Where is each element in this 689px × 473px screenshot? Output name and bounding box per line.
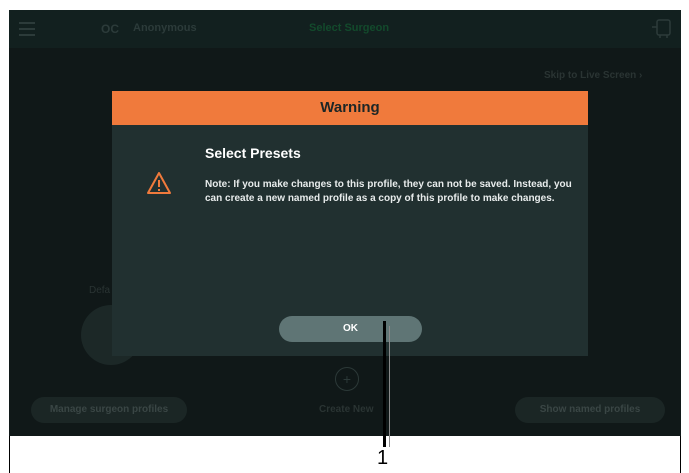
- callout-number: 1: [377, 447, 389, 469]
- warning-dialog: Warning Select Presets Note: If you make…: [112, 91, 588, 356]
- ok-button[interactable]: OK: [279, 316, 422, 342]
- top-bar: OC Anonymous Select Surgeon: [9, 10, 681, 48]
- oc-logo: OC: [101, 22, 119, 36]
- device-connection-icon[interactable]: [649, 17, 673, 39]
- manage-surgeon-profiles-button[interactable]: Manage surgeon profiles: [31, 397, 187, 423]
- screen-title: Select Surgeon: [309, 22, 390, 34]
- figure-frame-left: [9, 436, 10, 473]
- skip-to-live-link[interactable]: Skip to Live Screen ›: [544, 70, 642, 81]
- profile-name: Anonymous: [133, 22, 197, 34]
- dialog-header: Warning: [112, 91, 588, 125]
- menu-icon[interactable]: [19, 22, 35, 36]
- callout-line-shadow: [389, 326, 390, 447]
- default-profile-label: Defa: [89, 285, 111, 296]
- create-new-label: Create New: [319, 404, 374, 415]
- create-new-plus-icon[interactable]: +: [335, 367, 359, 391]
- warning-triangle-icon: [146, 171, 172, 195]
- show-named-profiles-button[interactable]: Show named profiles: [515, 397, 665, 423]
- dialog-title: Select Presets: [205, 145, 301, 161]
- callout-line: [383, 321, 386, 447]
- figure-frame-right: [680, 436, 681, 473]
- device-screen: OC Anonymous Select Surgeon Skip to Live…: [9, 10, 681, 436]
- dialog-message: Note: If you make changes to this profil…: [205, 179, 572, 204]
